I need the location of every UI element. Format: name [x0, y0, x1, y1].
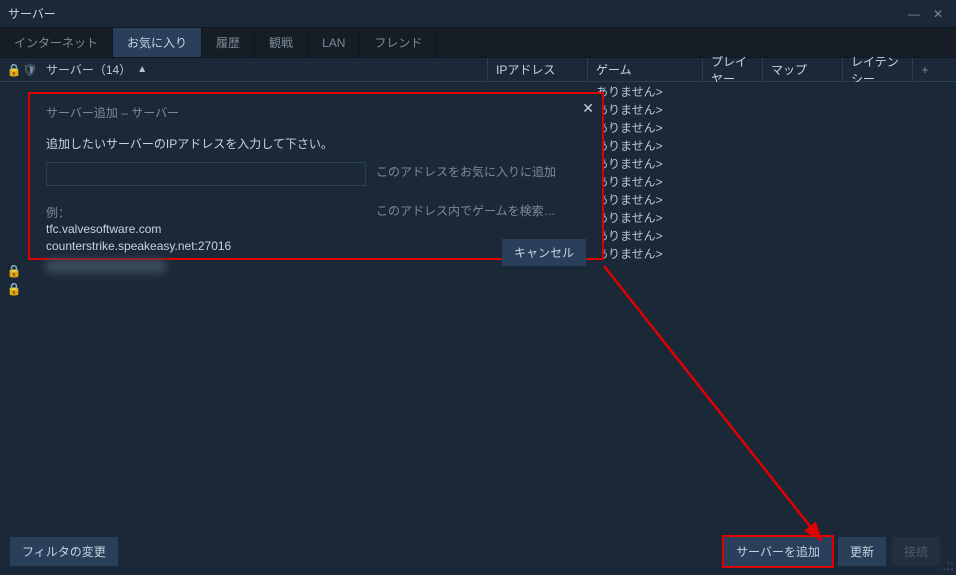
sort-ascending-icon: ▲ [137, 64, 147, 75]
column-ip[interactable]: IPアドレス [488, 58, 588, 81]
add-server-dialog: サーバー追加 – サーバー ✕ 追加したいサーバーのIPアドレスを入力して下さい… [28, 92, 604, 260]
example-label: 例： [46, 204, 376, 221]
lock-icon: 🔒 [6, 282, 22, 296]
tab-spectate[interactable]: 観戦 [255, 28, 308, 57]
resize-grip[interactable]: .:: [942, 557, 954, 573]
find-games-link[interactable]: このアドレス内でゲームを検索… [376, 202, 586, 219]
connect-button: 接続 [892, 537, 940, 566]
refresh-button[interactable]: 更新 [838, 537, 886, 566]
column-player[interactable]: プレイヤー [703, 58, 763, 81]
ip-address-input[interactable] [46, 162, 366, 186]
column-server-label: サーバー（14） [46, 61, 131, 78]
minimize-button[interactable]: — [904, 4, 924, 24]
column-server[interactable]: サーバー（14） ▲ [38, 58, 488, 81]
dialog-title: サーバー追加 – サーバー [46, 104, 586, 121]
column-latency[interactable]: レイテンシー [843, 58, 913, 81]
column-game[interactable]: ゲーム [588, 58, 703, 81]
cancel-button[interactable]: キャンセル [502, 239, 586, 266]
tab-favorites[interactable]: お気に入り [113, 28, 202, 57]
add-column-button[interactable]: + [913, 63, 937, 77]
close-button[interactable]: ✕ [928, 4, 948, 24]
tab-history[interactable]: 履歴 [202, 28, 255, 57]
lock-icon: 🔒 [6, 63, 22, 77]
tab-lan[interactable]: LAN [308, 28, 360, 57]
shield-icon: 🛡 [22, 63, 38, 77]
example-text-2: counterstrike.speakeasy.net:27016 [46, 238, 376, 255]
window-title: サーバー [8, 5, 900, 22]
add-to-favorites-link[interactable]: このアドレスをお気に入りに追加 [376, 163, 586, 180]
add-server-button[interactable]: サーバーを追加 [724, 537, 832, 566]
tab-friend[interactable]: フレンド [360, 28, 437, 57]
column-map[interactable]: マップ [763, 58, 843, 81]
lock-icon: 🔒 [6, 264, 22, 278]
tab-internet[interactable]: インターネット [0, 28, 113, 57]
dialog-close-button[interactable]: ✕ [582, 100, 594, 117]
dialog-prompt: 追加したいサーバーのIPアドレスを入力して下さい。 [46, 135, 586, 152]
example-text-1: tfc.valvesoftware.com [46, 221, 376, 238]
table-row[interactable]: 🔒 [0, 280, 956, 298]
change-filter-button[interactable]: フィルタの変更 [10, 537, 118, 566]
